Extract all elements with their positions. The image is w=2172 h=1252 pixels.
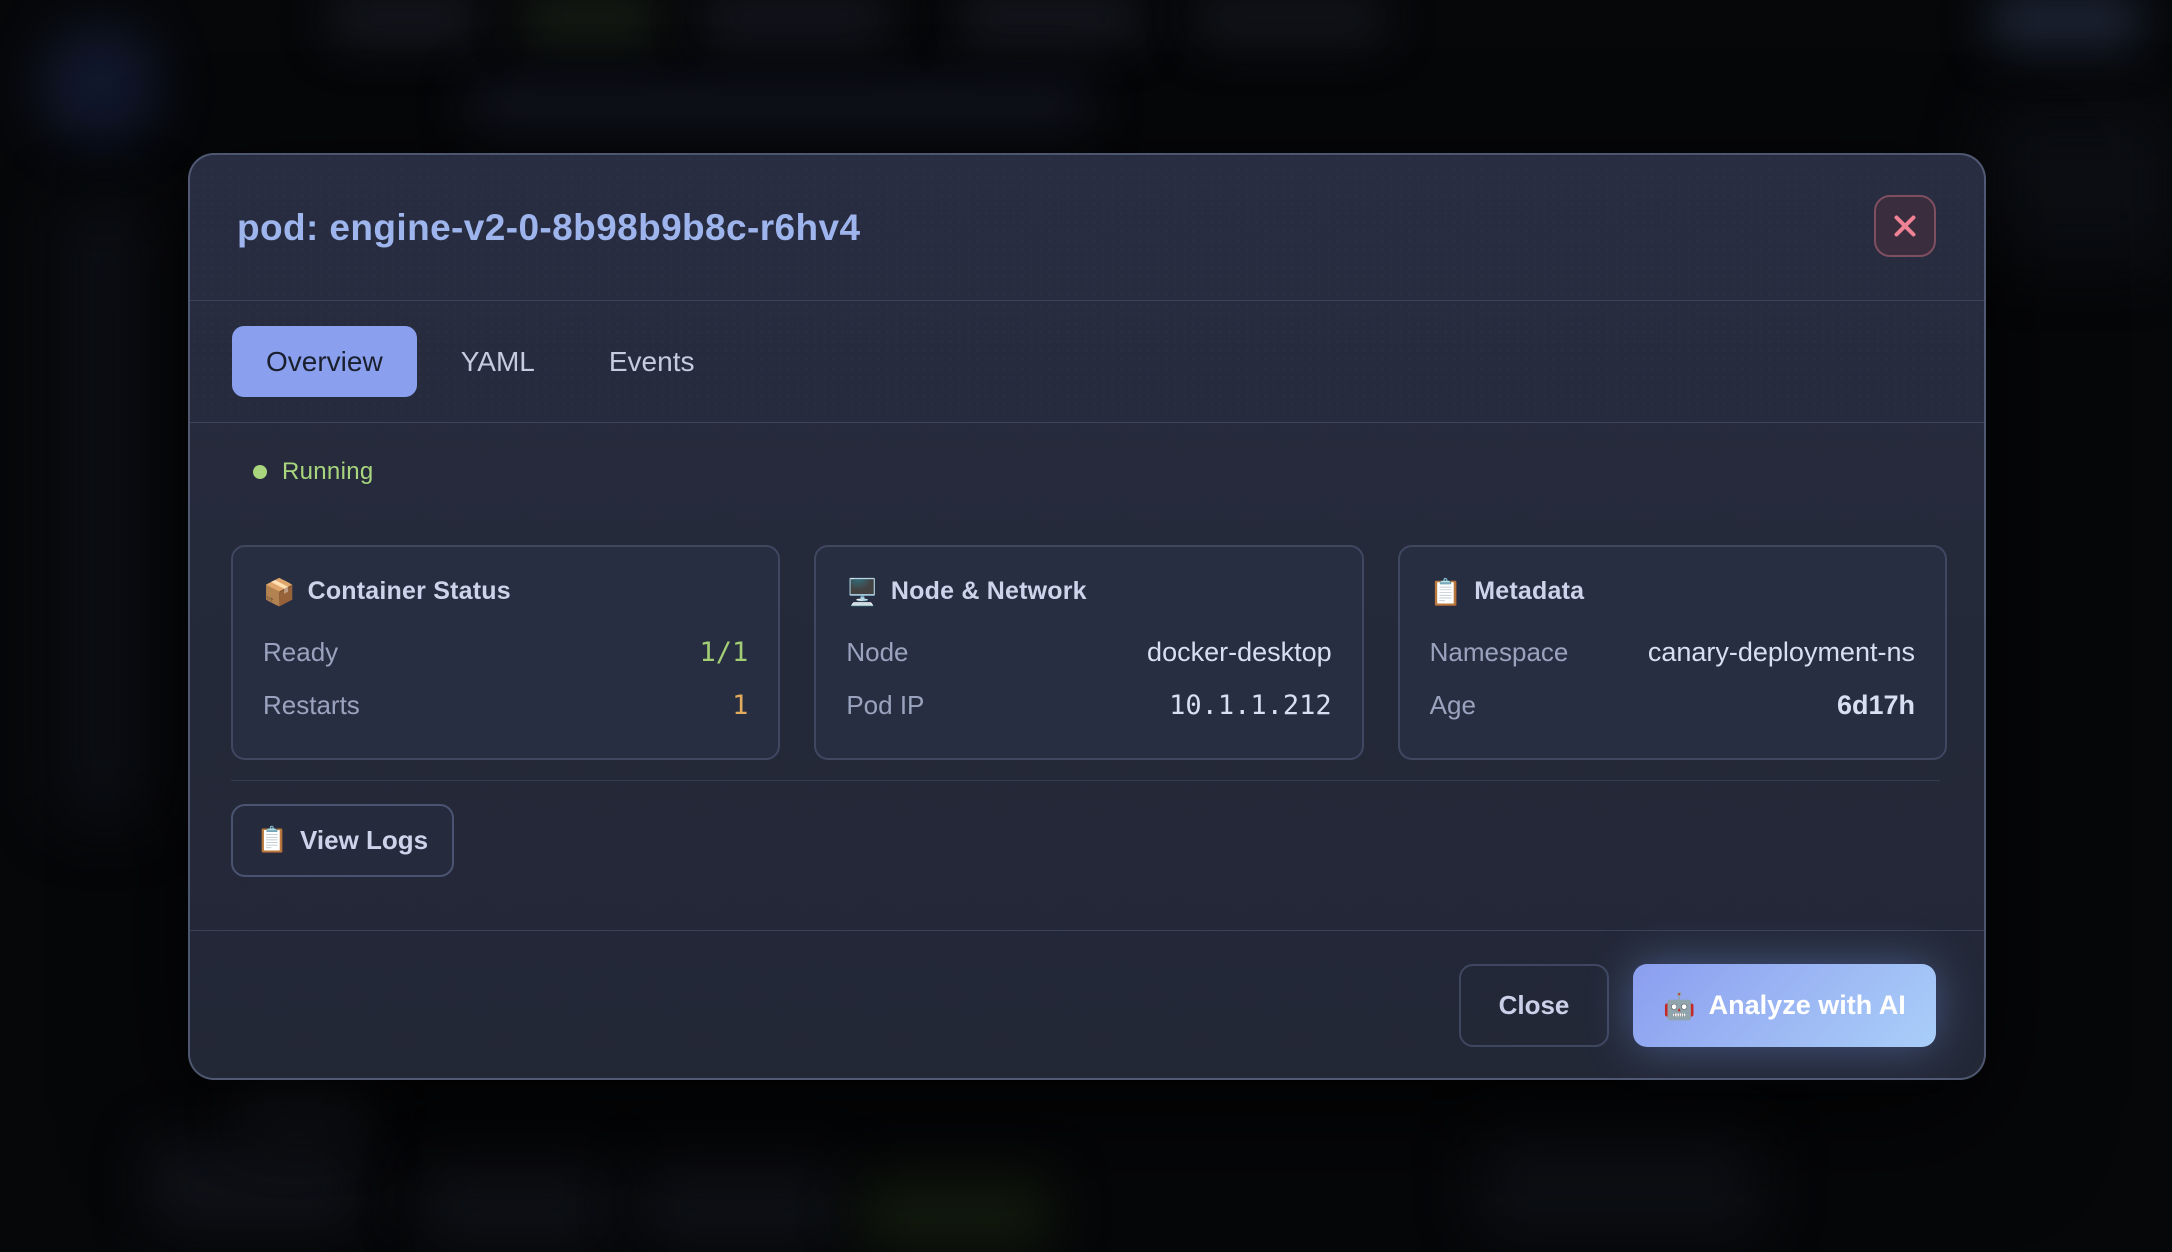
tabbar-divider <box>190 422 1984 423</box>
tab-overview[interactable]: Overview <box>232 326 417 397</box>
row-label: Pod IP <box>846 690 924 721</box>
row-label: Restarts <box>263 690 360 721</box>
close-button[interactable]: Close <box>1459 964 1609 1047</box>
card-row: Restarts 1 <box>263 689 748 721</box>
backdrop-shape <box>420 1165 610 1245</box>
monitor-icon: 🖥️ <box>846 579 879 605</box>
tab-bar: Overview YAML Events <box>190 301 1984 422</box>
backdrop-shape <box>470 82 1090 130</box>
pod-details-modal: pod: engine-v2-0-8b98b9b8c-r6hv4 Overvie… <box>188 153 1986 1080</box>
backdrop-shape <box>1480 1130 1760 1235</box>
content-divider <box>231 780 1940 781</box>
row-value: docker-desktop <box>1147 637 1332 668</box>
row-value: 1/1 <box>700 637 749 668</box>
card-row: Ready 1/1 <box>263 636 748 668</box>
row-label: Namespace <box>1430 637 1569 668</box>
backdrop-shape <box>330 0 480 44</box>
card-row: Namespace canary-deployment-ns <box>1430 636 1915 668</box>
close-modal-button[interactable] <box>1874 195 1936 257</box>
status-dot-icon <box>253 465 267 479</box>
pod-status: Running <box>253 458 374 486</box>
tab-yaml[interactable]: YAML <box>431 326 565 397</box>
modal-footer: Close 🤖 Analyze with AI <box>1459 964 1936 1047</box>
analyze-label: Analyze with AI <box>1709 990 1906 1021</box>
row-label: Age <box>1430 690 1476 721</box>
tab-events[interactable]: Events <box>579 326 725 397</box>
card-title-text: Node & Network <box>891 577 1087 606</box>
card-title: 📦 Container Status <box>263 577 748 606</box>
clipboard-icon: 📋 <box>1430 579 1463 605</box>
overview-cards: 📦 Container Status Ready 1/1 Restarts 1 … <box>231 545 1947 760</box>
backdrop-shape <box>640 1165 840 1245</box>
card-title: 📋 Metadata <box>1430 577 1915 606</box>
card-row: Pod IP 10.1.1.212 <box>846 689 1331 721</box>
backdrop-shape <box>60 200 150 820</box>
metadata-card: 📋 Metadata Namespace canary-deployment-n… <box>1398 545 1947 760</box>
backdrop-shape <box>240 1080 370 1140</box>
node-network-card: 🖥️ Node & Network Node docker-desktop Po… <box>814 545 1363 760</box>
analyze-with-ai-button[interactable]: 🤖 Analyze with AI <box>1633 964 1936 1047</box>
container-status-card: 📦 Container Status Ready 1/1 Restarts 1 <box>231 545 780 760</box>
footer-divider <box>190 930 1984 931</box>
backdrop-shape <box>700 0 890 44</box>
card-title: 🖥️ Node & Network <box>846 577 1331 606</box>
row-value: canary-deployment-ns <box>1648 637 1915 668</box>
row-label: Ready <box>263 637 338 668</box>
card-title-text: Container Status <box>308 577 511 606</box>
backdrop-shape <box>520 0 660 44</box>
backdrop-shape <box>1990 110 2170 260</box>
card-row: Age 6d17h <box>1430 689 1915 721</box>
card-row: Node docker-desktop <box>846 636 1331 668</box>
backdrop-shape <box>1195 0 1385 44</box>
close-icon <box>1891 212 1919 240</box>
row-value: 1 <box>732 690 748 721</box>
backdrop-shape <box>860 1175 1050 1250</box>
status-label: Running <box>282 458 374 486</box>
view-logs-label: View Logs <box>300 825 428 856</box>
backdrop-shape <box>960 0 1140 44</box>
modal-header: pod: engine-v2-0-8b98b9b8c-r6hv4 <box>190 155 1984 300</box>
package-icon: 📦 <box>263 579 296 605</box>
row-label: Node <box>846 637 908 668</box>
modal-title: pod: engine-v2-0-8b98b9b8c-r6hv4 <box>237 155 860 300</box>
row-value: 6d17h <box>1837 690 1915 721</box>
backdrop-shape <box>40 25 160 145</box>
backdrop-shape <box>150 1140 360 1230</box>
clipboard-icon: 📋 <box>257 828 288 853</box>
row-value: 10.1.1.212 <box>1169 690 1332 721</box>
backdrop-shape <box>1990 0 2140 50</box>
card-title-text: Metadata <box>1474 577 1584 606</box>
robot-icon: 🤖 <box>1663 993 1695 1019</box>
view-logs-button[interactable]: 📋 View Logs <box>231 804 454 877</box>
